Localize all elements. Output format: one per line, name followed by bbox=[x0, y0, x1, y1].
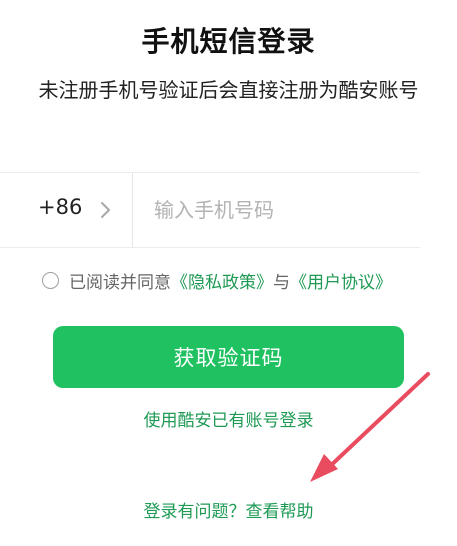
login-help-link[interactable]: 登录有问题？查看帮助 bbox=[0, 497, 457, 522]
agreement-joiner: 与 bbox=[273, 272, 290, 293]
country-code-selector[interactable]: +86 bbox=[38, 195, 82, 219]
agreement-row: 已阅读并同意 《隐私政策》 与 《用户协议》 bbox=[42, 266, 392, 294]
page-subtitle: 未注册手机号验证后会直接注册为酷安账号 bbox=[38, 78, 419, 102]
agreement-prefix: 已阅读并同意 bbox=[69, 272, 171, 293]
input-divider bbox=[132, 173, 133, 247]
chevron-right-icon[interactable] bbox=[96, 200, 116, 220]
account-login-link[interactable]: 使用酷安已有账号登录 bbox=[0, 406, 457, 431]
privacy-policy-link[interactable]: 《隐私政策》 bbox=[171, 268, 273, 293]
get-verification-code-button[interactable]: 获取验证码 bbox=[53, 326, 404, 388]
phone-number-input[interactable] bbox=[154, 190, 404, 230]
agreement-radio[interactable] bbox=[42, 271, 59, 289]
page-title: 手机短信登录 bbox=[141, 25, 316, 58]
phone-input-row: +86 bbox=[0, 172, 420, 248]
user-agreement-link[interactable]: 《用户协议》 bbox=[290, 268, 392, 293]
